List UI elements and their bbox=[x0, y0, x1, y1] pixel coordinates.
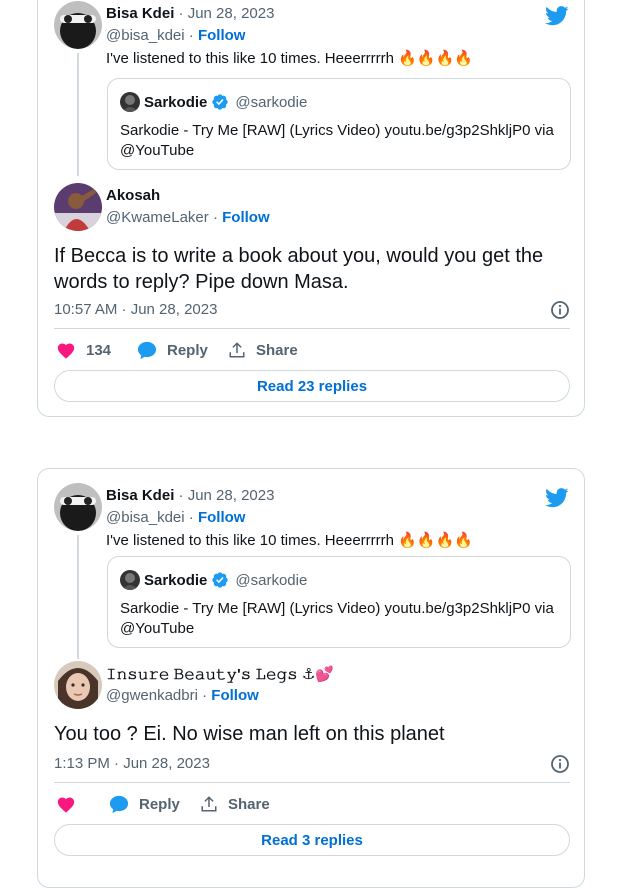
tweet-header: Bisa Kdei · Jun 28, 2023 bbox=[106, 487, 274, 505]
author-name[interactable]: Akosah bbox=[106, 187, 160, 204]
quote-author-handle: @sarkodie bbox=[235, 571, 308, 589]
quote-author-name: Sarkodie bbox=[144, 571, 208, 589]
thread-line bbox=[77, 53, 79, 176]
follow-button[interactable]: Follow bbox=[198, 27, 246, 44]
quote-author-name: Sarkodie bbox=[144, 93, 208, 111]
twitter-bird-icon[interactable] bbox=[545, 487, 569, 514]
share-label: Share bbox=[228, 795, 270, 813]
speech-bubble-icon bbox=[137, 341, 157, 360]
quote-author-handle: @sarkodie bbox=[235, 93, 308, 111]
tweet-timestamp[interactable]: 10:57 AM · Jun 28, 2023 bbox=[54, 301, 217, 318]
separator: · bbox=[208, 209, 223, 226]
like-count: 134 bbox=[86, 341, 112, 359]
avatar-bisa-kdei bbox=[54, 483, 102, 531]
author-name[interactable]: Bisa Kdei bbox=[106, 487, 174, 504]
read-replies-button[interactable]: Read 23 replies bbox=[54, 370, 570, 402]
share-icon bbox=[228, 341, 246, 359]
info-icon[interactable] bbox=[550, 754, 570, 774]
divider bbox=[54, 782, 570, 783]
reply-button[interactable]: Reply bbox=[109, 795, 180, 814]
share-button[interactable]: Share bbox=[200, 795, 270, 813]
follow-button[interactable]: Follow bbox=[211, 687, 259, 704]
avatar-sarkodie bbox=[120, 92, 140, 112]
tweet-date[interactable]: Jun 28, 2023 bbox=[188, 487, 275, 504]
handle-row: @KwameLaker · Follow bbox=[106, 209, 270, 227]
separator: · bbox=[184, 27, 198, 44]
tweet-text: I've listened to this like 10 times. Hee… bbox=[106, 50, 473, 67]
divider bbox=[54, 328, 570, 329]
tweet-text: If Becca is to write a book about you, w… bbox=[54, 245, 544, 293]
author-name[interactable]: Bisa Kdei bbox=[106, 5, 174, 22]
author-handle[interactable]: @bisa_kdei bbox=[106, 27, 185, 44]
quoted-tweet[interactable]: Sarkodie @sarkodie Sarkodie - Try Me [RA… bbox=[107, 78, 571, 170]
avatar-sarkodie bbox=[120, 570, 140, 590]
tweet-text: I've listened to this like 10 times. Hee… bbox=[106, 532, 473, 549]
speech-bubble-icon bbox=[109, 795, 129, 814]
avatar-akosah bbox=[54, 183, 102, 231]
reply-label: Reply bbox=[167, 342, 208, 359]
separator: · bbox=[184, 509, 198, 526]
reply-label: Reply bbox=[139, 796, 180, 813]
quote-avatar bbox=[120, 570, 140, 590]
avatar[interactable] bbox=[54, 1, 102, 49]
share-button[interactable]: Share bbox=[228, 341, 298, 359]
quote-header: Sarkodie @sarkodie bbox=[144, 571, 307, 589]
handle-row: @gwenkadbri · Follow bbox=[106, 687, 259, 705]
author-handle[interactable]: @bisa_kdei bbox=[106, 509, 185, 526]
tweet-text: You too ? Ei. No wise man left on this p… bbox=[54, 723, 445, 745]
read-replies-button[interactable]: Read 3 replies bbox=[54, 824, 570, 856]
quote-header: Sarkodie @sarkodie bbox=[144, 93, 307, 111]
like-button[interactable]: 134 bbox=[56, 341, 111, 359]
handle-row: @bisa_kdei · Follow bbox=[106, 509, 245, 527]
author-handle[interactable]: @KwameLaker bbox=[106, 209, 209, 226]
verified-badge-icon bbox=[211, 93, 229, 111]
tweet-date[interactable]: Jun 28, 2023 bbox=[188, 5, 275, 22]
share-label: Share bbox=[256, 341, 298, 359]
verified-badge-icon bbox=[211, 571, 229, 589]
follow-button[interactable]: Follow bbox=[222, 209, 270, 226]
tweet-timestamp[interactable]: 1:13 PM · Jun 28, 2023 bbox=[54, 755, 210, 772]
tweet-card: Bisa Kdei · Jun 28, 2023 @bisa_kdei · Fo… bbox=[37, 0, 585, 417]
handle-row: @bisa_kdei · Follow bbox=[106, 27, 245, 45]
author-name[interactable]: 𝙸𝚗𝚜𝚞𝚛𝚎 𝙱𝚎𝚊𝚞𝚝𝚢'𝚜 𝙻𝚎𝚐𝚜 ⚓💕 bbox=[106, 665, 334, 683]
tweet-header: Bisa Kdei · Jun 28, 2023 bbox=[106, 5, 274, 23]
twitter-bird-icon[interactable] bbox=[545, 5, 569, 32]
avatar[interactable] bbox=[54, 483, 102, 531]
separator: · bbox=[174, 487, 188, 504]
share-icon bbox=[200, 795, 218, 813]
avatar-bisa-kdei bbox=[54, 1, 102, 49]
tweet-card: Bisa Kdei · Jun 28, 2023 @bisa_kdei · Fo… bbox=[37, 468, 585, 888]
avatar-gwenkadbri bbox=[54, 661, 102, 709]
heart-icon bbox=[56, 795, 76, 813]
heart-icon bbox=[56, 341, 76, 359]
like-button[interactable] bbox=[56, 795, 86, 813]
reply-button[interactable]: Reply bbox=[137, 341, 208, 360]
separator: · bbox=[197, 687, 212, 704]
avatar[interactable] bbox=[54, 183, 102, 231]
quote-text: Sarkodie - Try Me [RAW] (Lyrics Video) y… bbox=[120, 122, 554, 159]
author-handle[interactable]: @gwenkadbri bbox=[106, 687, 198, 704]
quote-text: Sarkodie - Try Me [RAW] (Lyrics Video) y… bbox=[120, 600, 554, 637]
separator: · bbox=[174, 5, 188, 22]
quote-avatar bbox=[120, 92, 140, 112]
info-icon[interactable] bbox=[550, 300, 570, 320]
thread-line bbox=[77, 535, 79, 659]
quoted-tweet[interactable]: Sarkodie @sarkodie Sarkodie - Try Me [RA… bbox=[107, 556, 571, 648]
follow-button[interactable]: Follow bbox=[198, 509, 246, 526]
avatar[interactable] bbox=[54, 661, 102, 709]
